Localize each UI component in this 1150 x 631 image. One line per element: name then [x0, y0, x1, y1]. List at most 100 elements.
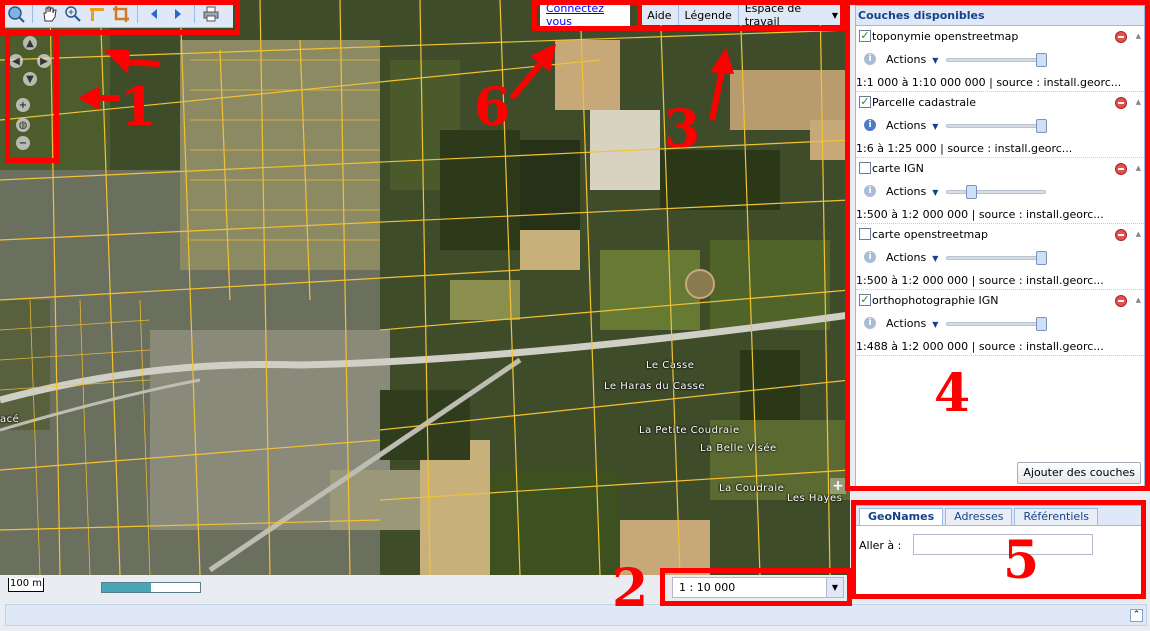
layer-actions-label: Actions — [886, 317, 927, 330]
layer-name: Parcelle cadastrale — [872, 96, 976, 109]
opacity-slider-handle[interactable] — [966, 185, 977, 199]
layers-panel: Couches disponibles ✓ toponymie openstre… — [855, 5, 1145, 489]
tab-geonames[interactable]: GeoNames — [859, 508, 944, 525]
layer-scale-source: 1:1 000 à 1:10 000 000 | source : instal… — [856, 76, 1122, 89]
pan-down-icon[interactable]: ▼ — [23, 72, 37, 86]
layer-name: toponymie openstreetmap — [872, 30, 1019, 43]
opacity-slider[interactable] — [946, 251, 1047, 265]
zoom-out-icon[interactable]: − — [16, 136, 30, 150]
annotation-number: 3 — [664, 99, 701, 160]
chevron-down-icon: ▼ — [932, 122, 939, 131]
layer-actions-label: Actions — [886, 119, 927, 132]
tab-adresses[interactable]: Adresses — [945, 508, 1013, 525]
layer-scale-source: 1:500 à 1:2 000 000 | source : install.g… — [856, 208, 1104, 221]
layer-actions-menu[interactable]: Actions ▼ — [886, 317, 938, 330]
search-tabs: GeoNames Adresses Référentiels — [856, 506, 1144, 526]
opacity-slider-handle[interactable] — [1036, 119, 1047, 133]
place-label: La Petite Coudraie — [639, 425, 740, 436]
measure-ruler-icon[interactable] — [86, 3, 108, 25]
loading-progress-bar — [101, 582, 201, 593]
goto-label: Aller à : — [859, 539, 902, 552]
expand-overview-button[interactable]: + — [830, 478, 846, 494]
layer-scale-source: 1:488 à 1:2 000 000 | source : install.g… — [856, 340, 1104, 353]
layer-visibility-checkbox[interactable]: ✓ — [859, 294, 871, 306]
globe-zoom-icon[interactable] — [5, 3, 27, 25]
layer-name: orthophotographie IGN — [872, 294, 999, 307]
layer-row[interactable]: carte openstreetmap ▲ i Actions ▼ 1:500 à… — [856, 224, 1144, 290]
annotation-number: 1 — [120, 77, 157, 138]
layer-row[interactable]: ✓ toponymie openstreetmap ▲ i Actions ▼ 1… — [856, 26, 1144, 92]
workspace-menu[interactable]: Espace de travail ▼ — [738, 2, 846, 28]
place-label: Les Hayes — [787, 493, 843, 504]
info-icon[interactable]: i — [864, 53, 876, 65]
tab-referentiels[interactable]: Référentiels — [1014, 508, 1098, 525]
layer-scale-source: 1:6 à 1:25 000 | source : install.georc.… — [856, 142, 1073, 155]
remove-layer-icon[interactable] — [1115, 97, 1127, 109]
info-icon[interactable]: i — [864, 185, 876, 197]
pan-right-icon[interactable]: ▶ — [37, 54, 51, 68]
layer-row[interactable]: ✓ orthophotographie IGN ▲ i Actions ▼ 1:4… — [856, 290, 1144, 356]
scale-select[interactable]: 1 : 10 000 ▼ — [672, 577, 844, 598]
pan-up-icon[interactable]: ▲ — [23, 36, 37, 50]
opacity-slider[interactable] — [946, 53, 1047, 67]
layer-row[interactable]: ✓ Parcelle cadastrale ▲ i Actions ▼ 1:6 à… — [856, 92, 1144, 158]
opacity-slider[interactable] — [946, 185, 1046, 199]
place-label: La Coudraie — [719, 483, 785, 494]
zoom-world-icon[interactable]: ◍ — [16, 118, 30, 132]
place-label: La Belle Visée — [700, 443, 777, 454]
chevron-down-icon[interactable]: ▼ — [826, 578, 843, 597]
login-link[interactable]: Connectez vous — [540, 0, 631, 31]
layer-order-icon[interactable]: ▲ — [1136, 164, 1141, 172]
layer-visibility-checkbox[interactable]: ✓ — [859, 30, 871, 42]
remove-layer-icon[interactable] — [1115, 31, 1127, 43]
top-links-bar: Connectez vous Aide Légende Espace de tr… — [540, 0, 846, 31]
opacity-slider-handle[interactable] — [1036, 317, 1047, 331]
layer-actions-menu[interactable]: Actions ▼ — [886, 53, 938, 66]
layer-row[interactable]: carte IGN ▲ i Actions ▼ 1:500 à 1:2 000 0… — [856, 158, 1144, 224]
pan-left-icon[interactable]: ◀ — [9, 54, 23, 68]
pan-hand-icon[interactable] — [38, 3, 60, 25]
zoom-in-icon[interactable] — [62, 3, 84, 25]
annotation-number: 2 — [612, 558, 649, 619]
place-label: Le Haras du Casse — [604, 381, 706, 392]
info-icon[interactable]: i — [864, 317, 876, 329]
zoom-in-icon[interactable]: + — [16, 98, 30, 112]
remove-layer-icon[interactable] — [1115, 229, 1127, 241]
layer-visibility-checkbox[interactable] — [859, 162, 871, 174]
help-menu[interactable]: Aide — [641, 5, 679, 25]
opacity-slider[interactable] — [946, 317, 1047, 331]
remove-layer-icon[interactable] — [1115, 163, 1127, 175]
opacity-slider[interactable] — [946, 119, 1047, 133]
next-arrow-icon[interactable] — [167, 3, 189, 25]
legend-menu[interactable]: Légende — [678, 5, 739, 25]
layer-order-icon[interactable]: ▲ — [1136, 230, 1141, 238]
crop-area-icon[interactable] — [110, 3, 132, 25]
chevron-down-icon: ▼ — [932, 254, 939, 263]
add-layers-button[interactable]: Ajouter des couches — [1017, 462, 1141, 484]
opacity-slider-handle[interactable] — [1036, 53, 1047, 67]
status-bar — [5, 604, 1147, 626]
place-label: Le Casse — [646, 360, 695, 371]
layer-actions-label: Actions — [886, 251, 927, 264]
layer-order-icon[interactable]: ▲ — [1136, 98, 1141, 106]
chevron-down-icon: ▼ — [932, 56, 939, 65]
remove-layer-icon[interactable] — [1115, 295, 1127, 307]
collapse-up-icon[interactable]: ⌃ — [1130, 609, 1143, 622]
layer-actions-menu[interactable]: Actions ▼ — [886, 119, 938, 132]
layer-actions-menu[interactable]: Actions ▼ — [886, 185, 938, 198]
map-toolbar — [0, 0, 233, 28]
layer-order-icon[interactable]: ▲ — [1136, 32, 1141, 40]
info-icon[interactable]: i — [864, 251, 876, 263]
layer-visibility-checkbox[interactable] — [859, 228, 871, 240]
workspace-label: Espace de travail — [744, 2, 802, 28]
chevron-down-icon: ▼ — [831, 10, 839, 20]
opacity-slider-handle[interactable] — [1036, 251, 1047, 265]
layers-panel-title: Couches disponibles — [856, 6, 1144, 26]
annotation-number: 6 — [474, 77, 511, 138]
layer-order-icon[interactable]: ▲ — [1136, 296, 1141, 304]
layer-actions-menu[interactable]: Actions ▼ — [886, 251, 938, 264]
previous-arrow-icon[interactable] — [143, 3, 165, 25]
print-icon[interactable] — [200, 3, 222, 25]
layer-visibility-checkbox[interactable]: ✓ — [859, 96, 871, 108]
info-icon[interactable]: i — [864, 119, 876, 131]
